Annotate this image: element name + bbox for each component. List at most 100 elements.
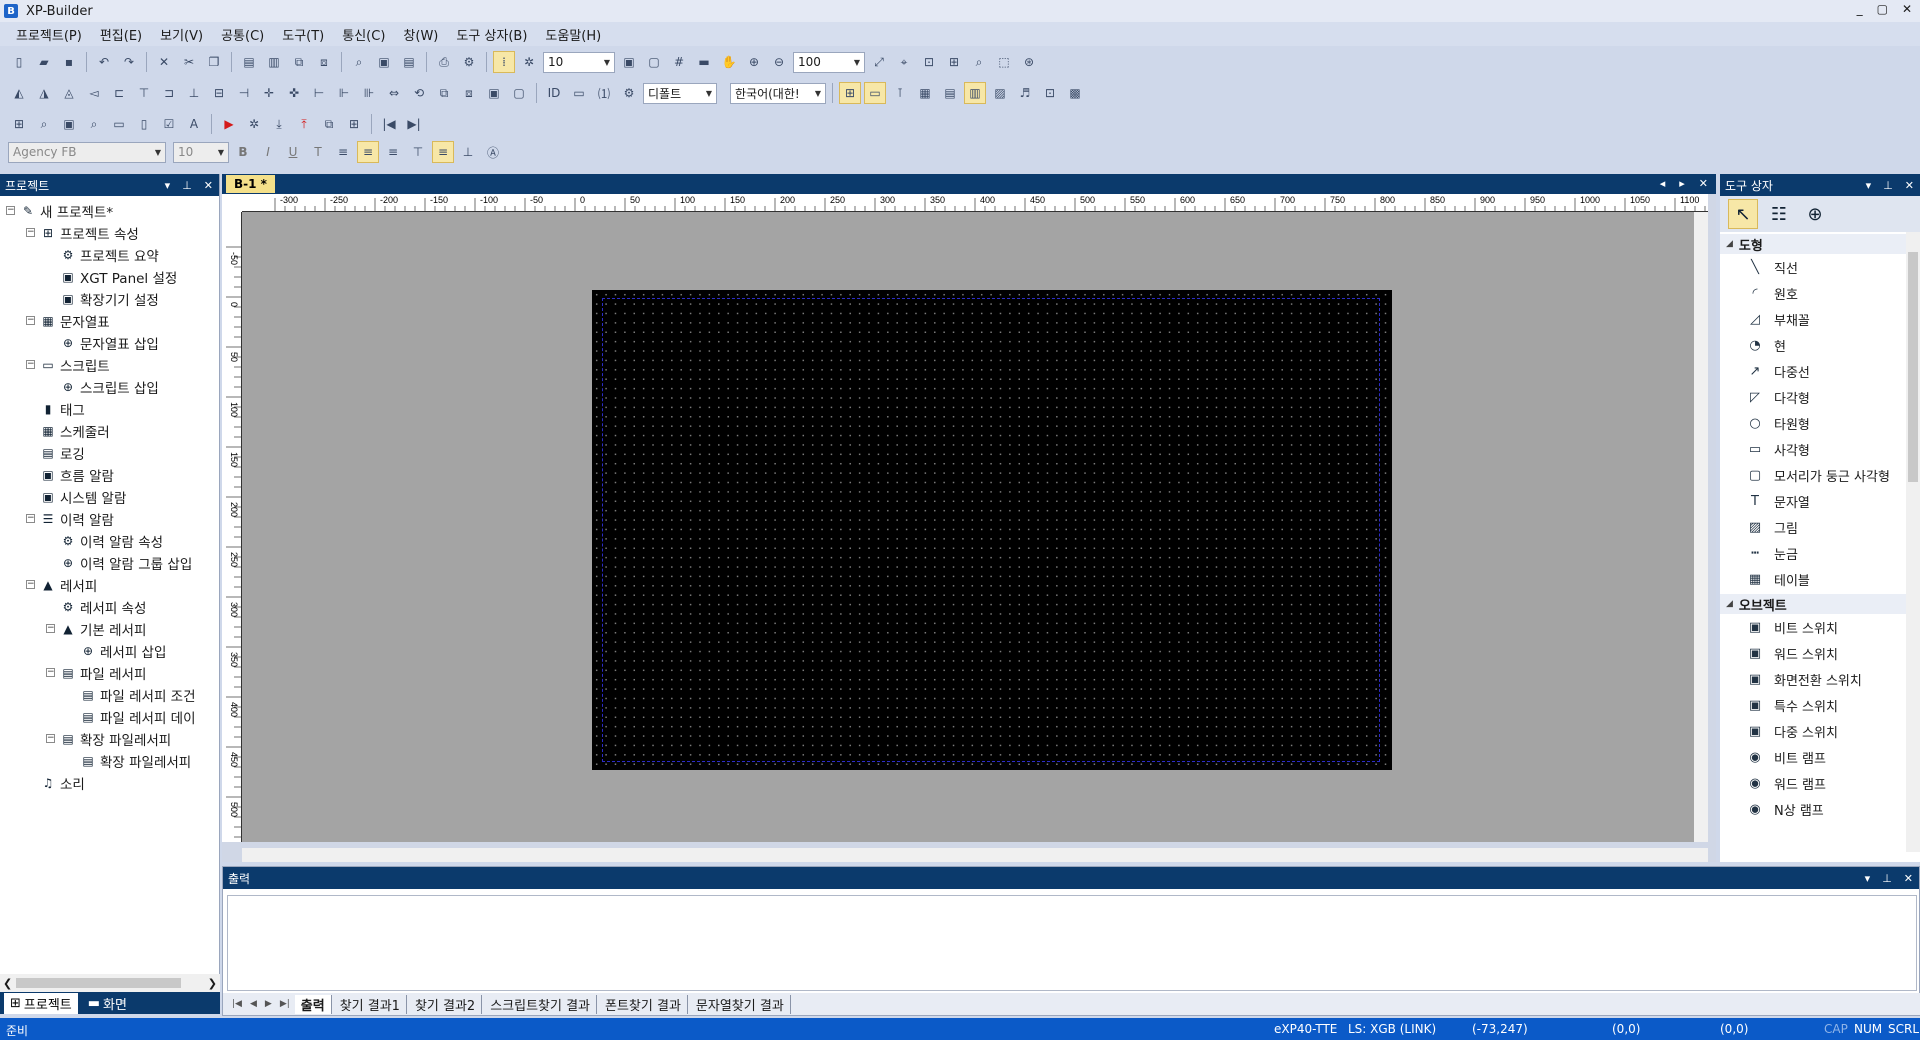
panel-dropdown-icon[interactable]: ▾ bbox=[165, 179, 171, 192]
tab-prev-icon[interactable]: ◂ bbox=[1660, 177, 1666, 190]
pointer-icon[interactable]: ↖ bbox=[1728, 199, 1758, 229]
tree-node[interactable]: ▦ 문자열표 bbox=[40, 310, 109, 331]
toolbox-item[interactable]: ▣ 비트 스위치 bbox=[1720, 614, 1920, 640]
group-icon[interactable]: ⧉ bbox=[288, 51, 310, 73]
search-object-icon[interactable]: ⌕ bbox=[33, 113, 55, 135]
tree-node[interactable]: ⊕ 이력 알람 그룹 삽입 bbox=[60, 552, 192, 573]
space-v-icon[interactable]: ⊪ bbox=[358, 82, 380, 104]
tab-screen[interactable]: ▬ 화면 bbox=[82, 993, 133, 1014]
tab-output[interactable]: 출력 bbox=[294, 994, 332, 1014]
tree-expander[interactable]: − bbox=[46, 668, 55, 677]
language-combo[interactable]: 한국어(대한! ▼ bbox=[730, 82, 826, 104]
find-icon[interactable]: ⌕ bbox=[348, 51, 370, 73]
tree-node[interactable]: ▣ 흐름 알람 bbox=[40, 464, 114, 485]
tab-project[interactable]: ⊞ 프로젝트 bbox=[4, 992, 78, 1014]
text-align-bottom-icon[interactable]: ⊥ bbox=[457, 141, 479, 163]
zoom-fit-icon[interactable]: ⤢ bbox=[868, 51, 890, 73]
tree-node[interactable]: ▣ 확장기기 설정 bbox=[60, 288, 158, 309]
comm-settings-icon[interactable]: ✲ bbox=[243, 113, 265, 135]
tree-node[interactable]: ▤ 파일 레서피 조건 bbox=[80, 684, 195, 705]
tree-node[interactable]: ⊕ 문자열표 삽입 bbox=[60, 332, 159, 353]
canvas-vertical-scrollbar[interactable] bbox=[1694, 212, 1708, 842]
tree-horizontal-scrollbar[interactable]: ❮ ❯ bbox=[0, 974, 220, 992]
toolbox-item[interactable]: ◉ N상 램프 bbox=[1720, 796, 1920, 822]
menu-toolbox[interactable]: 도구 상자(B) bbox=[450, 23, 533, 46]
output-close-icon[interactable]: ✕ bbox=[1904, 872, 1913, 885]
object-id-icon[interactable]: ID bbox=[543, 82, 565, 104]
tree-expander[interactable]: − bbox=[46, 734, 55, 743]
forward-icon[interactable]: ▣ bbox=[483, 82, 505, 104]
menu-project[interactable]: 프로젝트(P) bbox=[10, 23, 88, 46]
zoom-window-icon[interactable]: ⊡ bbox=[918, 51, 940, 73]
tree-node[interactable]: ⊕ 레서피 삽입 bbox=[80, 640, 166, 661]
text-align-left-icon[interactable]: ≡ bbox=[332, 141, 354, 163]
grid-size-combo[interactable]: 10 ▼ bbox=[543, 51, 615, 73]
font-combo[interactable]: Agency FB ▼ bbox=[8, 141, 166, 163]
tree-node[interactable]: ▲ 레서피 bbox=[40, 574, 97, 595]
tree-node[interactable]: ▦ 스케줄러 bbox=[40, 420, 109, 441]
tree-node[interactable]: ▤ 확장 파일레서피 bbox=[80, 750, 191, 771]
toolbox-item[interactable]: ◔ 현 bbox=[1720, 332, 1920, 358]
grid-icon[interactable]: ⁞ bbox=[493, 51, 515, 73]
paste-special-icon[interactable]: ▥ bbox=[263, 51, 285, 73]
sound-icon[interactable]: ♬ bbox=[1014, 82, 1036, 104]
toolbox-item[interactable]: ◸ 다각형 bbox=[1720, 384, 1920, 410]
minimize-button[interactable]: _ bbox=[1857, 2, 1863, 16]
tab-string-find-result[interactable]: 문자열찾기 결과 bbox=[690, 994, 791, 1014]
toolbox-item[interactable]: ◿ 부채꼴 bbox=[1720, 306, 1920, 332]
screen-list-icon[interactable]: ▤ bbox=[398, 51, 420, 73]
toolbox-item[interactable]: ▣ 다중 스위치 bbox=[1720, 718, 1920, 744]
tree-expander[interactable]: − bbox=[26, 514, 35, 523]
menu-common[interactable]: 공통(C) bbox=[215, 23, 270, 46]
tree-node[interactable]: ⊕ 스크립트 삽입 bbox=[60, 376, 159, 397]
maximize-button[interactable]: ▢ bbox=[1877, 2, 1888, 16]
tree-node[interactable]: ✎ 새 프로젝트* bbox=[20, 200, 113, 221]
tree-node[interactable]: ▤ 파일 레서피 bbox=[60, 662, 146, 683]
panel-pin-icon[interactable]: ⊥ bbox=[182, 179, 192, 192]
tab-find-result-1[interactable]: 찾기 결과1 bbox=[334, 994, 407, 1014]
ruler-icon[interactable]: ▬ bbox=[693, 51, 715, 73]
toolbox-item[interactable]: ◉ 비트 램프 bbox=[1720, 744, 1920, 770]
device-icon[interactable]: ⚙ bbox=[618, 82, 640, 104]
settings-icon[interactable]: ⚙ bbox=[458, 51, 480, 73]
toolbox-dropdown-icon[interactable]: ▾ bbox=[1866, 179, 1872, 192]
tree-expander[interactable]: − bbox=[26, 360, 35, 369]
menu-window[interactable]: 창(W) bbox=[397, 23, 444, 46]
tab-find-result-2[interactable]: 찾기 결과2 bbox=[409, 994, 483, 1014]
zoom-select-icon[interactable]: ⌖ bbox=[893, 51, 915, 73]
tree-node[interactable]: ⊞ 프로젝트 속성 bbox=[40, 222, 139, 243]
memo-icon[interactable]: ▯ bbox=[133, 113, 155, 135]
zoom-out-icon[interactable]: ⊖ bbox=[768, 51, 790, 73]
last-tab-icon[interactable]: ▶| bbox=[277, 999, 293, 1009]
font-color-icon[interactable]: Ⓐ bbox=[482, 141, 504, 163]
design-canvas[interactable] bbox=[242, 212, 1708, 842]
toolbox-item[interactable]: ▢ 모서리가 둥근 사각형 bbox=[1720, 462, 1920, 488]
ungroup-icon[interactable]: ⧈ bbox=[313, 51, 335, 73]
toolbox-item[interactable]: ◉ 워드 램프 bbox=[1720, 770, 1920, 796]
align-grid-icon[interactable]: ▣ bbox=[618, 51, 640, 73]
toolbox-item[interactable]: ▣ 화면전환 스위치 bbox=[1720, 666, 1920, 692]
tree-node[interactable]: ⚙ 이력 알람 속성 bbox=[60, 530, 164, 551]
underline-icon[interactable]: U bbox=[282, 141, 304, 163]
backward-icon[interactable]: ▢ bbox=[508, 82, 530, 104]
tree-node[interactable]: ▣ 시스템 알람 bbox=[40, 486, 126, 507]
tag-icon[interactable]: ⑴ bbox=[593, 82, 615, 104]
run-icon[interactable]: ▶ bbox=[218, 113, 240, 135]
same-width-icon[interactable]: ⊟ bbox=[208, 82, 230, 104]
grid-settings-icon[interactable]: ✲ bbox=[518, 51, 540, 73]
italic-icon[interactable]: I bbox=[257, 141, 279, 163]
document-close-icon[interactable]: ✕ bbox=[1699, 177, 1708, 190]
toolbox-item[interactable]: ╲ 직선 bbox=[1720, 254, 1920, 280]
delete-icon[interactable]: ✕ bbox=[153, 51, 175, 73]
toolbox-group-header[interactable]: ◢ 오브젝트 bbox=[1720, 594, 1920, 614]
last-screen-icon[interactable]: ▶| bbox=[403, 113, 425, 135]
distribute-h-icon[interactable]: ⊐ bbox=[158, 82, 180, 104]
tree-node[interactable]: ▤ 확장 파일레서피 bbox=[60, 728, 171, 749]
prev-tab-icon[interactable]: ◀ bbox=[247, 999, 260, 1009]
panel-close-icon[interactable]: ✕ bbox=[204, 179, 213, 192]
grid-lines-icon[interactable]: # bbox=[668, 51, 690, 73]
align-center-icon[interactable]: ◮ bbox=[33, 82, 55, 104]
toolbox-item[interactable]: ┅ 눈금 bbox=[1720, 540, 1920, 566]
copy-icon[interactable]: ❐ bbox=[203, 51, 225, 73]
toolbox-item[interactable]: ▣ 워드 스위치 bbox=[1720, 640, 1920, 666]
